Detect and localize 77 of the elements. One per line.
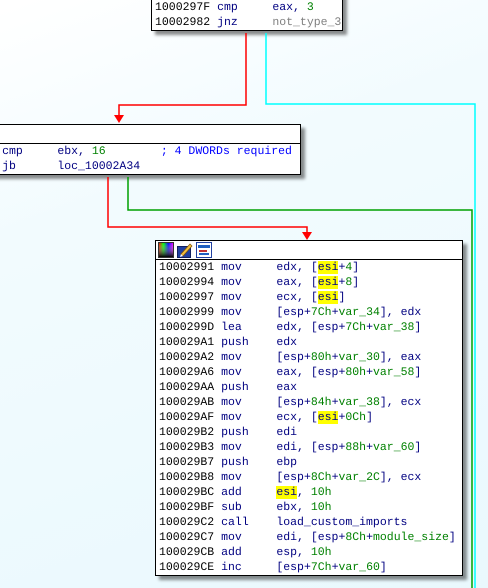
address-text: 10002982 [155,15,212,30]
mnemonic-text: push [221,455,250,470]
operand-text: ebp [276,455,298,470]
operand-text: eax, [esp+80h+var_58] [276,365,422,380]
mnemonic-text: mov [221,410,243,425]
mnemonic-text: mov [221,530,243,545]
address-text: 100029CB [159,545,216,560]
address-text: 100029A1 [159,335,216,350]
mnemonic-text: mov [221,440,243,455]
address-text: 100029BC [159,485,216,500]
comment-text: ; 4 DWORDs required [160,144,292,159]
operand-text: ebx, 16 [57,144,107,159]
operand-text: ecx, [esi+0Ch] [276,410,373,425]
operand-text: [esp+7Ch+var_60] [276,560,387,575]
operand-text: edx, [esp+7Ch+var_38] [276,320,422,335]
address-text: 100029AF [159,410,216,425]
mnemonic-text: call [221,515,250,530]
operand-text: [esp+7Ch+var_34], edx [276,305,422,320]
mnemonic-text: mov [221,395,243,410]
address-text: 1000297F [155,0,212,15]
operand-text: edx [276,335,298,350]
operand-text: [esp+8Ch+var_2C], ecx [276,470,422,485]
mnemonic-text: push [221,380,250,395]
operand-text: eax [276,380,298,395]
address-text: 10002994 [159,275,216,290]
operand-text: esi, 10h [276,485,332,500]
operand-text: load_custom_imports [276,515,408,530]
mnemonic-text: mov [221,275,243,290]
mnemonic-text: cmp [2,144,24,159]
graph-icon[interactable] [196,242,212,258]
operand-text: edi, [esp+8Ch+module_size] [276,530,456,545]
mnemonic-text: mov [221,350,243,365]
pencil-icon[interactable] [177,242,193,258]
mnemonic-text: mov [221,290,243,305]
address-text: 100029C2 [159,515,216,530]
operand-text: edi [276,425,298,440]
operand-text: [esp+80h+var_30], eax [276,350,422,365]
mnemonic-text: jnz [217,15,239,30]
mnemonic-text: push [221,425,250,440]
address-text: 100029B2 [159,425,216,440]
mnemonic-text: mov [221,260,243,275]
operand-text: edi, [esp+88h+var_60] [276,440,422,455]
address-text: 1000299D [159,320,216,335]
address-text: 100029CE [159,560,216,575]
mnemonic-text: mov [221,365,243,380]
address-text: 100029B7 [159,455,216,470]
address-text: 100029C7 [159,530,216,545]
operand-text: loc_10002A34 [57,159,140,174]
mnemonic-text: add [221,485,243,500]
address-text: 100029A2 [159,350,216,365]
operand-text: not_type_3 [272,15,342,30]
palette-icon[interactable] [158,242,174,258]
operand-text: eax, 3 [272,0,314,15]
mnemonic-text: sub [221,500,243,515]
address-text: 100029A6 [159,365,216,380]
mnemonic-text: lea [221,320,243,335]
address-text: 10002991 [159,260,216,275]
address-text: 100029AA [159,380,216,395]
mnemonic-text: push [221,335,250,350]
operand-text: esp, 10h [276,545,332,560]
address-text: 10002999 [159,305,216,320]
mnemonic-text: inc [221,560,243,575]
operand-text: [esp+84h+var_38], ecx [276,395,422,410]
operand-text: edx, [esi+4] [276,260,360,275]
mnemonic-text: jb [2,159,17,174]
address-text: 100029BF [159,500,216,515]
mnemonic-text: cmp [217,0,239,15]
address-text: 100029AB [159,395,216,410]
mnemonic-text: mov [221,305,243,320]
operand-text: ecx, [esi] [276,290,346,305]
address-text: 10002997 [159,290,216,305]
operand-text: eax, [esi+8] [276,275,360,290]
operand-text: ebx, 10h [276,500,332,515]
address-text: 100029B3 [159,440,216,455]
mnemonic-text: mov [221,470,243,485]
mnemonic-text: add [221,545,243,560]
address-text: 100029B8 [159,470,216,485]
